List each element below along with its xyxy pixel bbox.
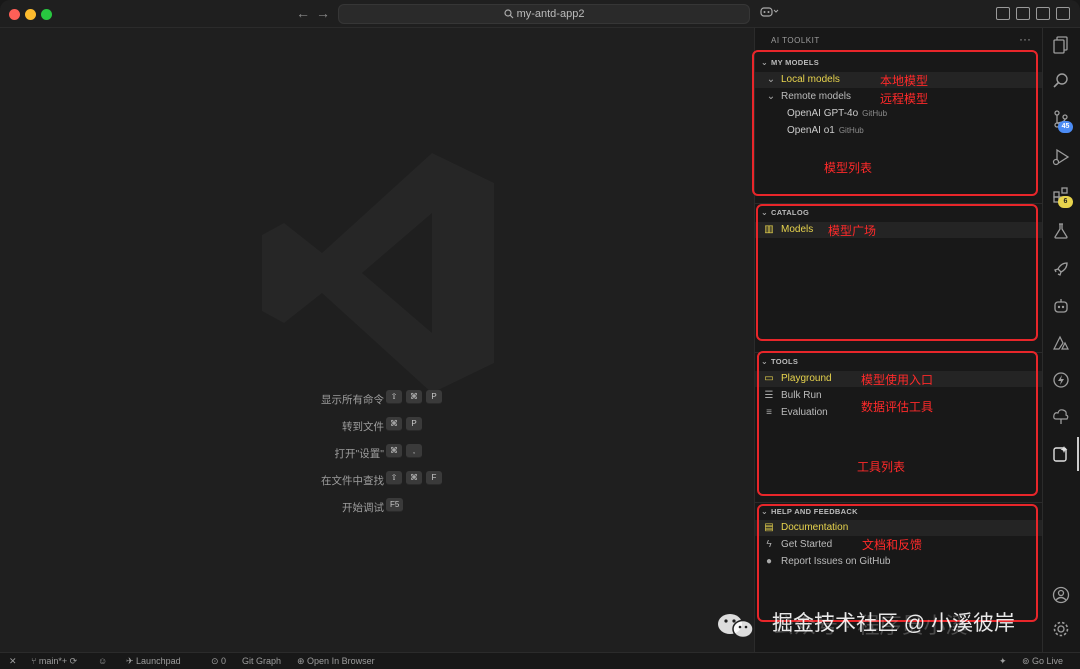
scm-count-badge: 45 — [1058, 121, 1073, 133]
more-actions-icon[interactable]: ··· — [1019, 32, 1031, 46]
shortcut-find-in-files[interactable]: 在文件中查找 ⇧ ⌘ F — [260, 471, 560, 487]
copilot-icon[interactable] — [760, 6, 780, 21]
watermark-text: 掘金技术社区 @ 小溪彼岸 — [772, 612, 1015, 635]
lightning-bolt-icon[interactable] — [1052, 371, 1070, 389]
minimize-window-button[interactable] — [25, 9, 36, 20]
forward-arrow-icon[interactable]: → — [315, 5, 331, 21]
annotation-local-models: 本地模型 — [880, 74, 929, 88]
account-status-icon[interactable]: ☺ — [98, 656, 107, 666]
broadcast-icon: ⊚ — [1022, 656, 1033, 666]
status-bar: ✕ ⑂ main*+ ⟳ ☺ ✈ Launchpad ⊙ 0 Git Graph… — [0, 652, 1080, 669]
search-icon — [503, 9, 513, 19]
annotation-box-catalog — [756, 204, 1038, 341]
shortcut-open-settings[interactable]: 打开"设置" ⌘ , — [260, 444, 560, 460]
tree-cloud-icon[interactable] — [1052, 408, 1070, 426]
globe-icon: ⊕ — [297, 656, 308, 666]
shortcut-start-debugging[interactable]: 开始调试 F5 — [260, 498, 560, 514]
annotation-catalog: 模型广场 — [828, 224, 877, 238]
toggle-primary-sidebar-icon[interactable] — [1016, 7, 1030, 20]
robot-icon[interactable] — [1052, 297, 1070, 315]
back-arrow-icon[interactable]: ← — [295, 5, 311, 21]
remote-icon[interactable]: ✕ — [9, 656, 17, 667]
title-bar: ← → my-antd-app2 — [0, 0, 1080, 28]
run-debug-icon[interactable] — [1052, 148, 1070, 166]
vscode-window: ← → my-antd-app2 显示所有命令 ⇧ ⌘ P 转到文件 ⌘ P 打… — [0, 0, 1080, 669]
section-divider — [755, 502, 1043, 503]
testing-flask-icon[interactable] — [1052, 222, 1070, 240]
rocket-icon[interactable] — [1052, 260, 1070, 278]
search-icon[interactable] — [1052, 72, 1070, 90]
toggle-panel-icon[interactable] — [1036, 7, 1050, 20]
launchpad-status[interactable]: ✈ Launchpad — [126, 656, 181, 667]
open-in-browser-status[interactable]: ⊕ Open In Browser — [297, 656, 375, 667]
close-window-button[interactable] — [9, 9, 20, 20]
branch-status[interactable]: ⑂ main*+ ⟳ — [31, 656, 77, 667]
ports-status[interactable]: ⊙ 0 — [211, 656, 226, 667]
annotation-remote-models: 远程模型 — [880, 92, 929, 106]
project-name: my-antd-app2 — [516, 8, 585, 20]
account-icon[interactable] — [1052, 586, 1070, 604]
customize-layout-icon[interactable] — [996, 7, 1010, 20]
annotation-evaluation: 数据评估工具 — [861, 400, 934, 414]
ports-icon: ⊙ — [211, 656, 222, 666]
shortcut-show-commands[interactable]: 显示所有命令 ⇧ ⌘ P — [260, 390, 560, 406]
launchpad-icon: ✈ — [126, 656, 137, 666]
zoom-window-button[interactable] — [41, 9, 52, 20]
annotation-tool-list: 工具列表 — [857, 460, 906, 474]
manage-gear-icon[interactable] — [1052, 620, 1070, 638]
wechat-logo-icon — [718, 614, 754, 639]
command-center-search[interactable]: my-antd-app2 — [338, 4, 750, 24]
git-branch-icon: ⑂ — [31, 656, 39, 666]
panel-title: AI TOOLKIT — [771, 36, 820, 45]
go-live-status[interactable]: ⊚ Go Live — [1022, 656, 1063, 667]
annotation-playground: 模型使用入口 — [861, 373, 934, 387]
explorer-icon[interactable] — [1052, 36, 1070, 54]
copilot-status-icon[interactable]: ✦ — [999, 656, 1007, 667]
annotation-model-list: 模型列表 — [824, 161, 873, 175]
vscode-watermark-logo — [262, 153, 494, 393]
extensions-count-badge: 6 — [1058, 196, 1073, 208]
annotation-box-help — [757, 504, 1038, 622]
git-graph-status[interactable]: Git Graph — [242, 656, 281, 666]
ai-toolkit-icon[interactable] — [1052, 445, 1070, 463]
editor-area: 显示所有命令 ⇧ ⌘ P 转到文件 ⌘ P 打开"设置" ⌘ , 在文件中查找 … — [0, 28, 753, 652]
toggle-secondary-sidebar-icon[interactable] — [1056, 7, 1070, 20]
shortcut-go-to-file[interactable]: 转到文件 ⌘ P — [260, 417, 560, 433]
active-view-indicator — [1077, 437, 1079, 471]
annotation-docs: 文档和反馈 — [862, 538, 923, 552]
azure-icon[interactable] — [1052, 334, 1070, 352]
